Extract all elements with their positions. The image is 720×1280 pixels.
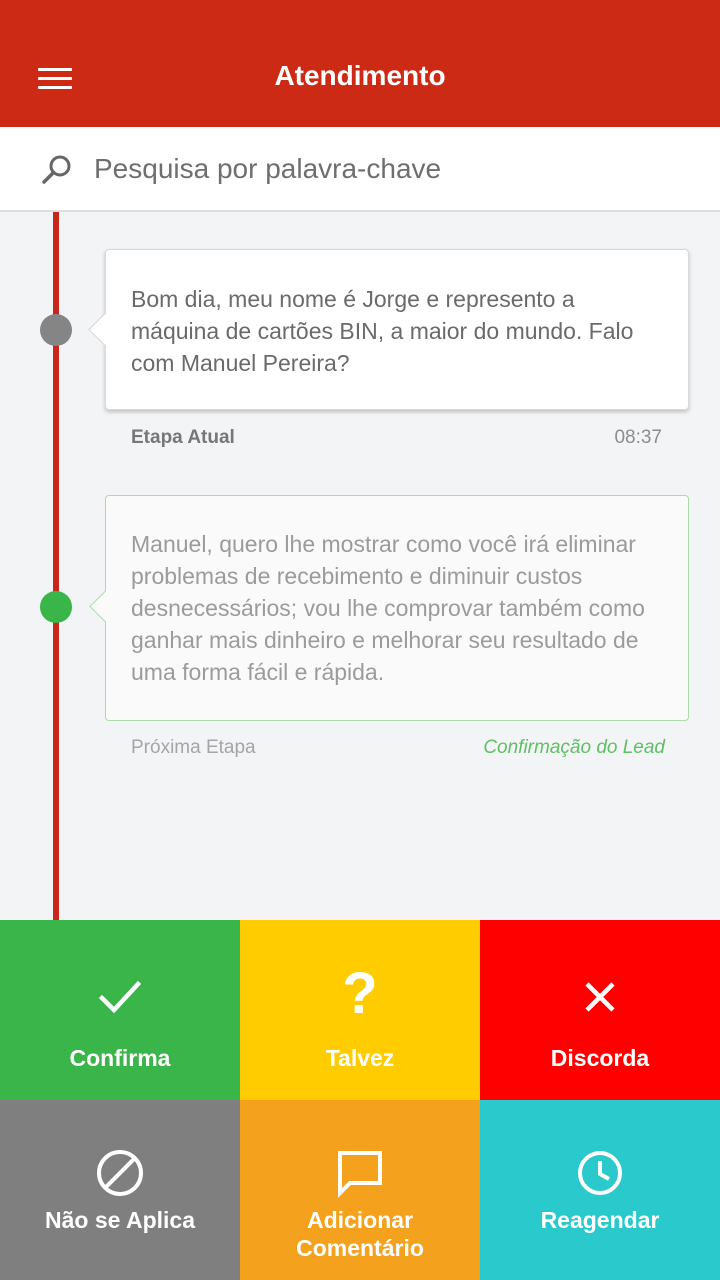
discorda-button[interactable]: Discorda	[480, 920, 720, 1100]
current-step-label: Etapa Atual	[131, 427, 235, 448]
clock-icon	[578, 1151, 622, 1195]
current-step-bubble[interactable]: Bom dia, meu nome é Jorge e represento a…	[105, 249, 689, 410]
next-step-link[interactable]: Confirmação do Lead	[483, 737, 665, 759]
next-step-label: Próxima Etapa	[131, 737, 256, 758]
search-input[interactable]	[94, 147, 684, 191]
timeline-dot-next	[40, 591, 72, 623]
search-bar	[0, 127, 720, 212]
question-icon: ?	[342, 961, 378, 1026]
confirma-button[interactable]: Confirma	[0, 920, 240, 1100]
nao-se-aplica-label: Não se Aplica	[45, 1207, 195, 1233]
talvez-button[interactable]: ? Talvez	[240, 920, 480, 1100]
next-step-bubble[interactable]: Manuel, quero lhe mostrar como você irá …	[105, 495, 689, 721]
page-title: Atendimento	[274, 60, 446, 91]
adicionar-comentario-button[interactable]: Adicionar Comentário	[240, 1100, 480, 1280]
discorda-label: Discorda	[550, 1045, 650, 1071]
confirma-label: Confirma	[69, 1045, 171, 1071]
next-step-message: Manuel, quero lhe mostrar como você irá …	[131, 531, 645, 685]
app-bar: Atendimento	[0, 0, 720, 127]
close-icon	[585, 982, 615, 1012]
talvez-label: Talvez	[325, 1045, 395, 1071]
search-icon[interactable]	[40, 153, 74, 187]
timeline-dot-current	[40, 314, 72, 346]
reagendar-label: Reagendar	[540, 1207, 660, 1233]
comment-icon	[338, 1151, 382, 1198]
reagendar-button[interactable]: Reagendar	[480, 1100, 720, 1280]
current-step-message: Bom dia, meu nome é Jorge e represento a…	[131, 286, 634, 376]
label-line-2: Comentário	[296, 1235, 424, 1261]
block-icon	[97, 1150, 143, 1196]
label-line-1: Adicionar	[306, 1207, 414, 1233]
current-step-time: 08:37	[614, 427, 662, 448]
adicionar-comentario-label: Adicionar Comentário	[240, 1206, 480, 1262]
check-icon	[98, 980, 142, 1014]
nao-se-aplica-button[interactable]: Não se Aplica	[0, 1100, 240, 1280]
